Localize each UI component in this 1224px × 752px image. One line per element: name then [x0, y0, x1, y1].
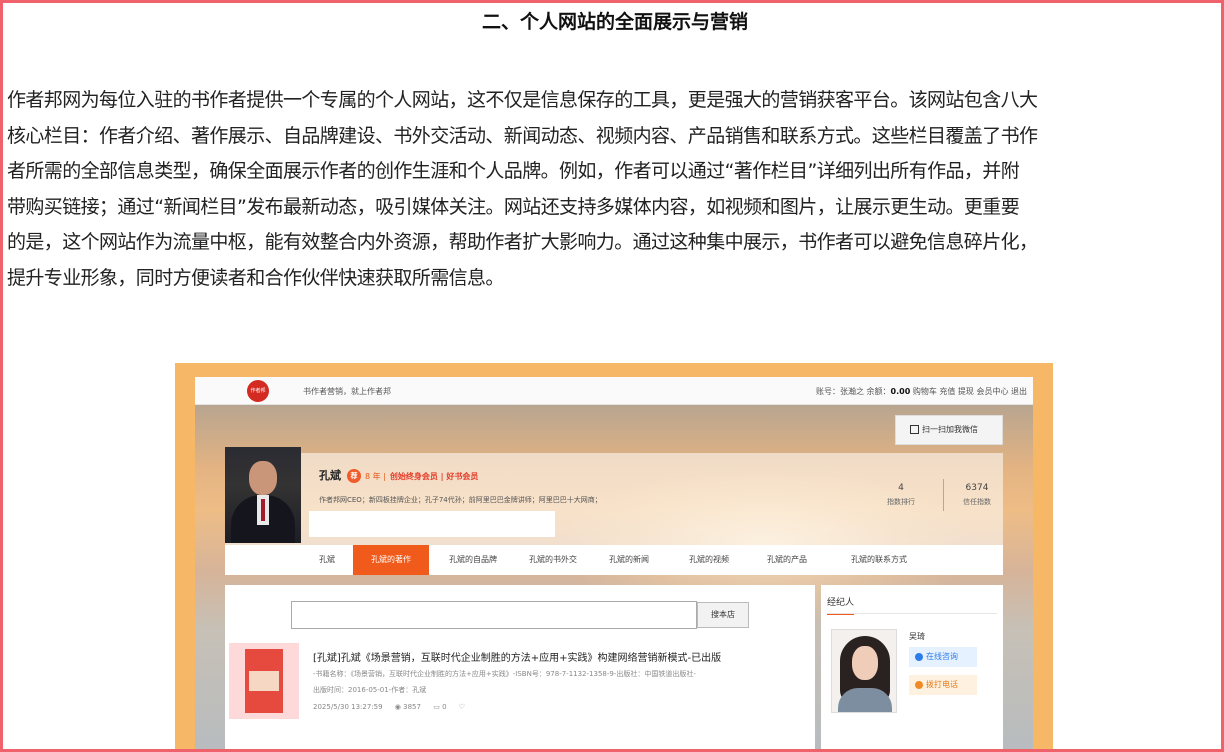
- stat-value: 6374: [965, 483, 989, 493]
- paragraph-line: 的是，这个网站作为流量中枢，能有效整合内外资源，帮助作者扩大影响力。通过这种集中…: [7, 231, 1038, 253]
- stat-trust: 6374 信任指数: [947, 483, 1007, 507]
- membership-label: 创始终身会员 | 好书会员: [389, 471, 479, 481]
- nav-item-diplomacy[interactable]: 孔斌的书外交: [515, 545, 591, 575]
- paragraph-line: 者所需的全部信息类型，确保全面展示作者的创作生涯和个人品牌。例如，作者可以通过“…: [7, 160, 1020, 182]
- author-name: 孔斌: [319, 469, 341, 482]
- agent-photo: [831, 629, 897, 713]
- author-avatar[interactable]: [225, 447, 301, 543]
- consult-label: 在线咨询: [926, 652, 958, 661]
- nav-item-contact[interactable]: 孔斌的联系方式: [829, 545, 929, 575]
- author-name-row: 孔斌荐 8 年 | 创始终身会员 | 好书会员: [319, 467, 478, 483]
- agent-name: 吴琦: [909, 632, 925, 641]
- intro-paragraph: 作者邦网为每位入驻的书作者提供一个专属的个人网站，这不仅是信息保存的工具，更是强…: [7, 83, 1221, 296]
- book-title-link[interactable]: [孔斌]孔斌《场景营销，互联时代企业制胜的方法+应用+实践》构建网络营销新模式-…: [313, 649, 721, 664]
- stat-rank: 4 指数排行: [871, 483, 931, 507]
- account-info: 账号：张瀚之 余额：: [815, 387, 891, 396]
- works-panel: 搜本店 [孔斌]孔斌《场景营销，互联时代企业制胜的方法+应用+实践》构建网络营销…: [225, 585, 815, 749]
- site-logo[interactable]: 作者邦: [247, 380, 269, 402]
- site-topbar: 作者邦 书作者营销，就上作者邦 账号：张瀚之 余额：0.00 购物车 充值 提现…: [195, 377, 1033, 405]
- call-label: 拨打电话: [926, 680, 958, 689]
- section-heading: 二、个人网站的全面展示与营销: [481, 11, 748, 33]
- blank-field: [309, 511, 555, 537]
- phone-icon: [915, 680, 923, 689]
- eye-icon: ◉: [394, 703, 401, 711]
- nav-item-home[interactable]: 孔斌: [301, 545, 353, 575]
- balance-value: 0.00: [890, 387, 911, 396]
- nav-item-video[interactable]: 孔斌的视频: [675, 545, 743, 575]
- member-years: 8 年 |: [365, 471, 386, 481]
- store-search-input[interactable]: [291, 601, 697, 629]
- website-screenshot: 作者邦 书作者营销，就上作者邦 账号：张瀚之 余额：0.00 购物车 充值 提现…: [175, 363, 1053, 749]
- paragraph-line: 作者邦网为每位入驻的书作者提供一个专属的个人网站，这不仅是信息保存的工具，更是强…: [7, 89, 1038, 111]
- book-pub-date: 出版时间：2016-05-01-作者：孔斌: [313, 686, 427, 694]
- book-cover[interactable]: [229, 643, 299, 719]
- stat-label: 指数排行: [887, 498, 915, 506]
- online-consult-button[interactable]: 在线咨询: [909, 647, 977, 667]
- website-page: 作者邦 书作者营销，就上作者邦 账号：张瀚之 余额：0.00 购物车 充值 提现…: [195, 377, 1033, 749]
- recommend-badge: 荐: [347, 469, 361, 483]
- stat-label: 信任指数: [963, 498, 991, 506]
- comment-count: 0: [442, 703, 447, 711]
- nav-item-works[interactable]: 孔斌的著作: [353, 545, 429, 575]
- wechat-qr-button[interactable]: 扫一扫加我微信: [895, 415, 1003, 445]
- account-links[interactable]: 购物车 充值 提现 会员中心 退出: [913, 387, 1027, 396]
- paragraph-line: 核心栏目：作者介绍、著作展示、自品牌建设、书外交活动、新闻动态、视频内容、产品销…: [7, 124, 1038, 147]
- author-description: 作者邦网CEO；新四板挂牌企业；孔子74代孙；前阿里巴巴金牌讲师；阿里巴巴十大网…: [319, 496, 602, 504]
- author-nav: 孔斌 孔斌的著作 孔斌的自品牌 孔斌的书外交 孔斌的新闻 孔斌的视频 孔斌的产品…: [225, 545, 1003, 575]
- comment-icon: ▭: [433, 703, 440, 711]
- divider: [827, 613, 997, 614]
- chat-icon: [915, 652, 923, 661]
- nav-item-news[interactable]: 孔斌的新闻: [595, 545, 663, 575]
- qr-code-icon: [910, 425, 919, 434]
- paragraph-line: 提升专业形象，同时方便读者和合作伙伴快速获取所需信息。: [7, 266, 504, 289]
- stat-value: 4: [898, 483, 904, 493]
- book-stats-row: 2025/5/30 13:27:59 ◉ 3857 ▭ 0 ♡: [313, 703, 465, 711]
- book-meta: -书籍名称：《场景营销，互联时代企业制胜的方法+应用+实践》-ISBN号：978…: [313, 670, 696, 678]
- nav-item-products[interactable]: 孔斌的产品: [753, 545, 821, 575]
- view-count: 3857: [403, 703, 421, 711]
- post-timestamp: 2025/5/30 13:27:59: [313, 703, 383, 711]
- stat-divider: [943, 479, 944, 511]
- paragraph-line: 带购买链接；通过“新闻栏目”发布最新动态，吸引媒体关注。网站还支持多媒体内容，如…: [7, 195, 1020, 218]
- author-profile-card: 孔斌荐 8 年 | 创始终身会员 | 好书会员 作者邦网CEO；新四板挂牌企业；孔子…: [225, 447, 1003, 545]
- page-frame: 二、个人网站的全面展示与营销 作者邦网为每位入驻的书作者提供一个专属的个人网站，…: [0, 0, 1224, 752]
- call-button[interactable]: 拨打电话: [909, 675, 977, 695]
- store-search-button[interactable]: 搜本店: [697, 602, 749, 628]
- like-icon[interactable]: ♡: [459, 703, 465, 711]
- agent-panel: 经纪人 吴琦 在线咨询 拨打电话: [821, 585, 1003, 749]
- agent-panel-title: 经纪人: [827, 595, 855, 615]
- nav-item-brand[interactable]: 孔斌的自品牌: [435, 545, 511, 575]
- account-bar: 账号：张瀚之 余额：0.00 购物车 充值 提现 会员中心 退出: [816, 386, 1027, 397]
- site-slogan: 书作者营销，就上作者邦: [303, 387, 391, 396]
- qr-button-label: 扫一扫加我微信: [922, 425, 978, 434]
